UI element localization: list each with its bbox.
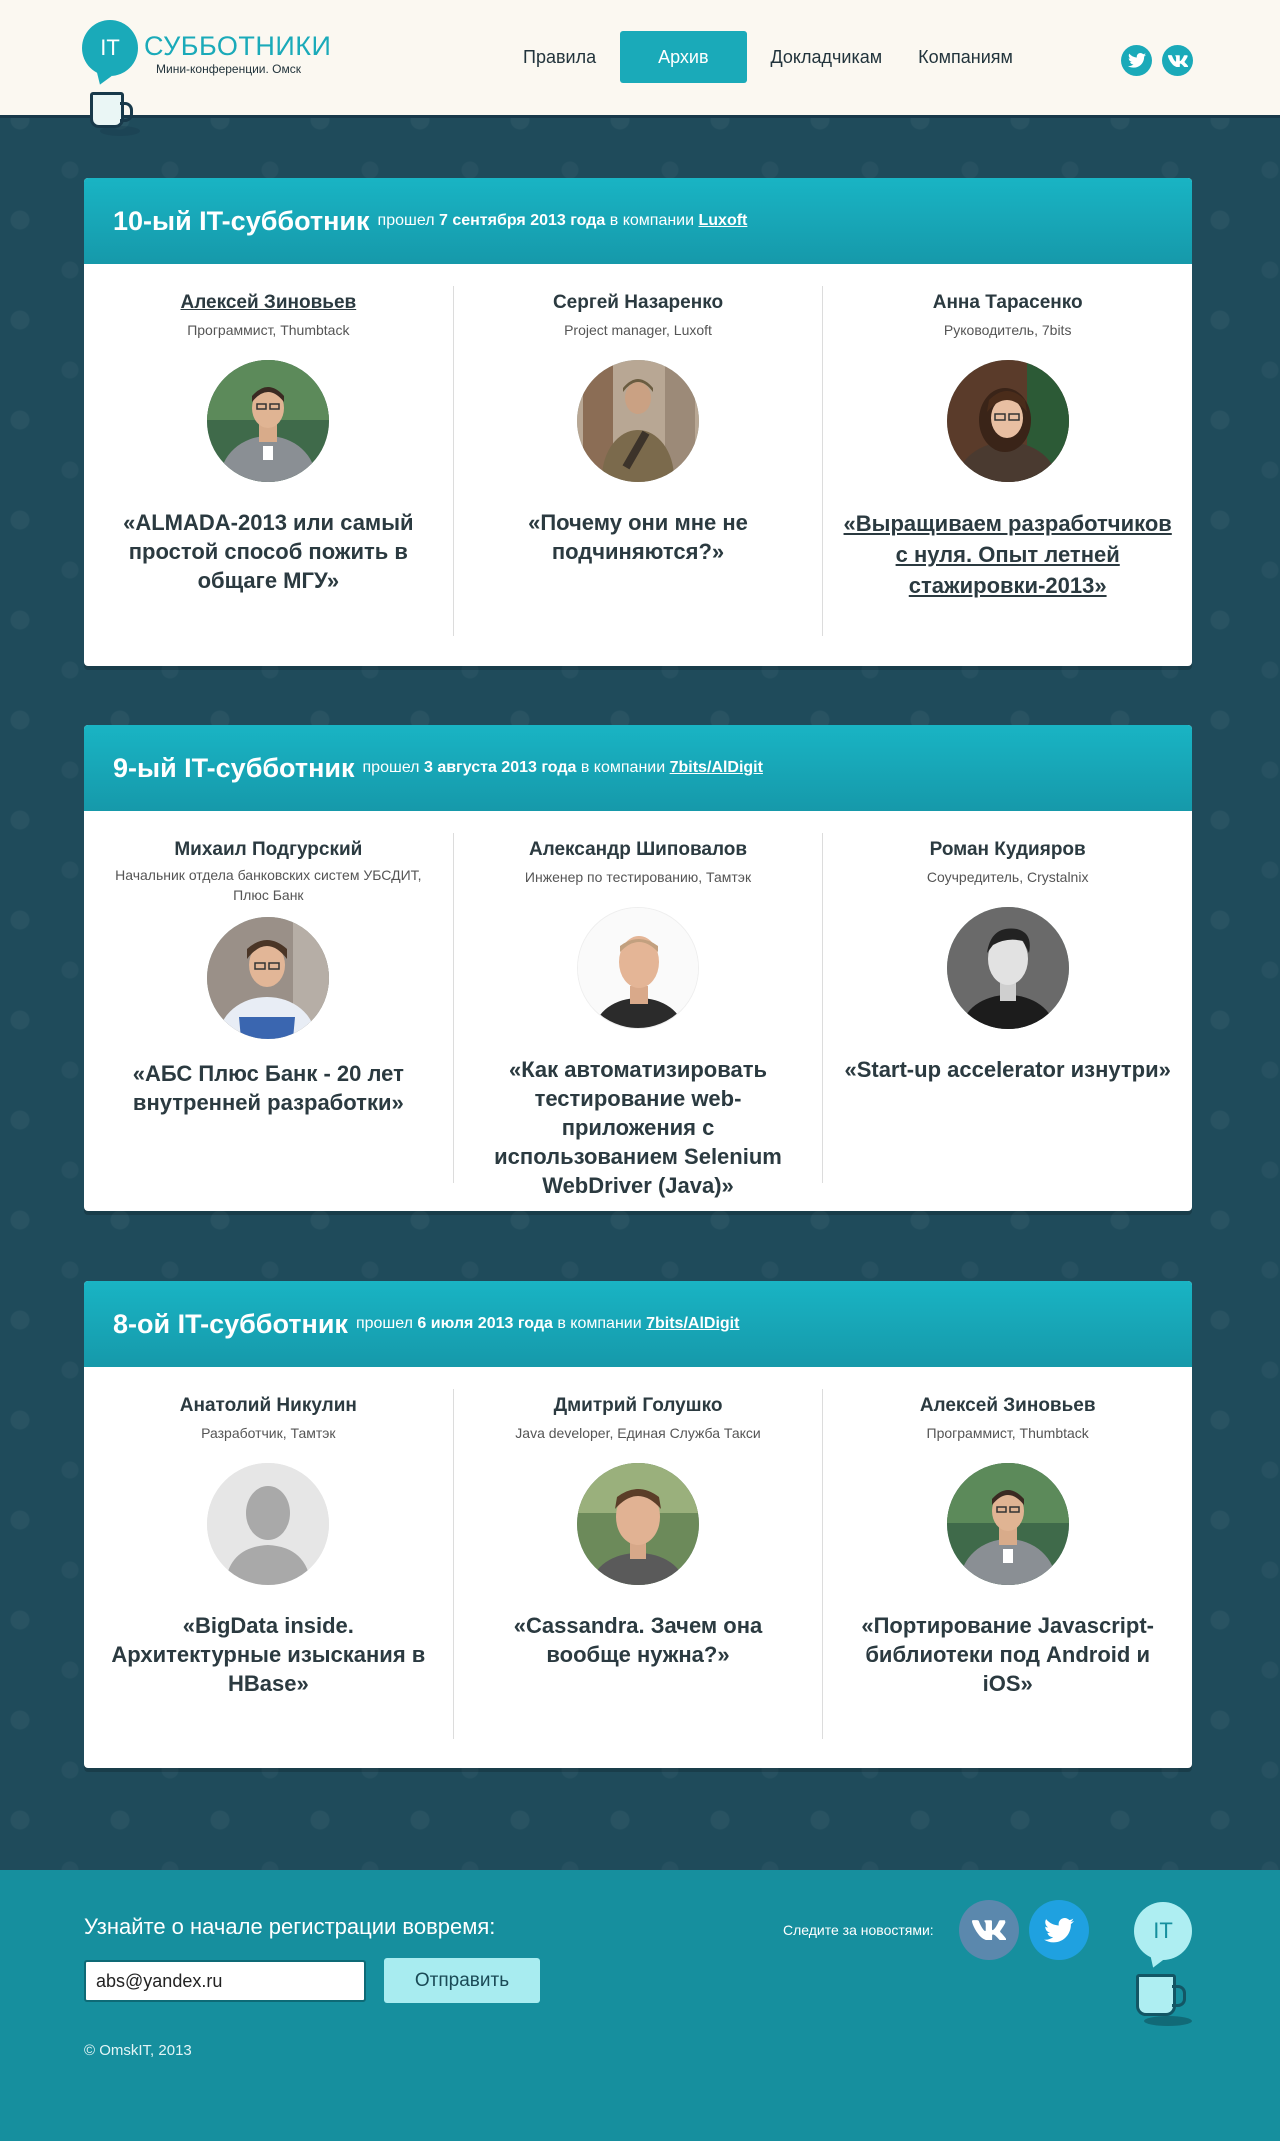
- speaker-card: Анатолий Никулин Разработчик, Тамтэк «Bi…: [84, 1389, 453, 1739]
- copyright: © OmskIT, 2013: [84, 2042, 192, 2059]
- speakers-row: Анатолий Никулин Разработчик, Тамтэк «Bi…: [84, 1367, 1192, 1763]
- speaker-name: Алексей Зиновьев: [919, 1395, 1096, 1416]
- logo-cup-icon: [90, 92, 133, 128]
- speaker-name: Дмитрий Голушко: [553, 1395, 723, 1416]
- site-header: IT СУББОТНИКИ Мини-конференции. Омск Пра…: [0, 0, 1280, 136]
- speaker-name: Александр Шиповалов: [528, 839, 748, 860]
- speaker-name[interactable]: Алексей Зиновьев: [98, 292, 439, 314]
- event-date: 6 июля 2013 года: [417, 1315, 553, 1332]
- talk-title: «АБС Плюс Банк - 20 лет внутренней разра…: [132, 1061, 404, 1115]
- footer-logo: IT: [1132, 1902, 1202, 2042]
- event-card-10: 10-ый IT-субботник прошел 7 сентября 201…: [84, 178, 1192, 666]
- follow-label: Следите за новостями:: [783, 1922, 934, 1938]
- speaker-photo: [946, 360, 1069, 482]
- event-header: 10-ый IT-субботник прошел 7 сентября 201…: [84, 178, 1192, 264]
- nav-companies[interactable]: Компаниям: [900, 31, 1031, 83]
- event-title: 10-ый IT-субботник: [113, 205, 370, 236]
- speaker-name: Михаил Подгурский: [174, 839, 363, 860]
- event-company-link[interactable]: Luxoft: [699, 212, 748, 229]
- speaker-photo: [577, 907, 699, 1029]
- vk-icon[interactable]: [1162, 45, 1193, 76]
- twitter-icon[interactable]: [1121, 45, 1152, 76]
- subscribe-label: Узнайте о начале регистрации вовремя:: [84, 1914, 496, 1939]
- speaker-card: Анна Тарасенко Руководитель, 7bits «Выра…: [822, 286, 1192, 636]
- talk-title: «ALMADA-2013 или самый простой способ по…: [123, 510, 414, 593]
- header-social: [1121, 45, 1193, 76]
- event-header: 8-ой IT-субботник прошел 6 июля 2013 год…: [84, 1281, 1192, 1367]
- main-nav: Правила Архив Докладчикам Компаниям: [505, 31, 1031, 83]
- speaker-role: Инженер по тестированию, Тамтэк: [524, 869, 752, 885]
- speaker-role: Соучредитель, Crystalnix: [926, 869, 1089, 885]
- talk-title: «Как автоматизировать тестирование web-п…: [494, 1057, 782, 1198]
- speaker-photo: [946, 907, 1069, 1029]
- nav-archive[interactable]: Архив: [620, 31, 747, 83]
- speaker-card: Александр Шиповалов Инженер по тестирова…: [452, 833, 823, 1198]
- site-logo[interactable]: IT СУББОТНИКИ Мини-конференции. Омск: [82, 20, 342, 140]
- talk-title-link[interactable]: «Выращиваем разработчиков с нуля. Опыт л…: [843, 508, 1173, 601]
- event-card-8: 8-ой IT-субботник прошел 6 июля 2013 год…: [84, 1281, 1192, 1768]
- talk-title: «Start-up accelerator изнутри»: [844, 1057, 1171, 1082]
- speaker-photo: [577, 360, 699, 482]
- talk-title: «Cassandra. Зачем она вообще нужна?»: [513, 1613, 763, 1667]
- speaker-photo: [207, 917, 330, 1039]
- speaker-card: Михаил Подгурский Начальник отдела банко…: [84, 833, 453, 1183]
- speaker-card: Алексей Зиновьев Программист, Thumbtack …: [84, 286, 453, 636]
- speaker-name: Сергей Назаренко: [552, 292, 724, 313]
- speakers-row: Алексей Зиновьев Программист, Thumbtack …: [84, 264, 1192, 660]
- event-title: 9-ый IT-субботник: [113, 752, 355, 783]
- logo-title: СУББОТНИКИ: [144, 31, 332, 61]
- logo-speech-bubble-icon: IT: [82, 20, 138, 76]
- speaker-card: Алексей Зиновьев Программист, Thumbtack …: [822, 1389, 1192, 1739]
- speaker-role: Project manager, Luxoft: [564, 322, 712, 338]
- event-title: 8-ой IT-субботник: [113, 1308, 348, 1339]
- event-header: 9-ый IT-субботник прошел 3 августа 2013 …: [84, 725, 1192, 811]
- speakers-row: Михаил Подгурский Начальник отдела банко…: [84, 811, 1192, 1207]
- nav-speakers[interactable]: Докладчикам: [753, 31, 901, 83]
- event-date: 3 августа 2013 года: [423, 759, 577, 776]
- event-company-link[interactable]: 7bits/AlDigit: [670, 759, 763, 776]
- speaker-role: Java developer, Единая Служба Такси: [515, 1425, 761, 1441]
- nav-rules[interactable]: Правила: [505, 31, 614, 83]
- speaker-role: Разработчик, Тамтэк: [201, 1425, 336, 1441]
- speaker-role: Руководитель, 7bits: [943, 322, 1072, 338]
- avatar-placeholder-icon: [207, 1463, 330, 1585]
- logo-subtitle: Мини-конференции. Омск: [156, 62, 302, 76]
- submit-button[interactable]: Отправить: [384, 1958, 540, 2003]
- event-date: 7 сентября 2013 года: [438, 212, 606, 229]
- speaker-photo: [577, 1463, 699, 1585]
- speaker-photo: [207, 360, 330, 482]
- speaker-name: Анатолий Никулин: [179, 1395, 357, 1416]
- logo-cup-icon: [1136, 1974, 1186, 2016]
- speaker-card: Роман Кудияров Соучредитель, Crystalnix …: [822, 833, 1192, 1183]
- talk-title: «BigData inside. Архитектурные изыскания…: [111, 1613, 426, 1696]
- speaker-name: Роман Кудияров: [929, 839, 1086, 860]
- twitter-icon[interactable]: [1029, 1900, 1089, 1960]
- speaker-role: Программист, Thumbtack: [926, 1425, 1089, 1441]
- speaker-photo: [946, 1463, 1069, 1585]
- vk-icon[interactable]: [959, 1900, 1019, 1960]
- logo-speech-bubble-icon: IT: [1134, 1902, 1192, 1960]
- speaker-role: Начальник отдела банковских систем УБСДИ…: [115, 867, 422, 903]
- speaker-name: Анна Тарасенко: [932, 292, 1083, 313]
- event-card-9: 9-ый IT-субботник прошел 3 августа 2013 …: [84, 725, 1192, 1211]
- speaker-card: Сергей Назаренко Project manager, Luxoft…: [452, 286, 823, 636]
- email-input[interactable]: [84, 1960, 366, 2002]
- speaker-role: Программист, Thumbtack: [187, 322, 350, 338]
- event-company-link[interactable]: 7bits/AlDigit: [646, 1315, 739, 1332]
- talk-title: «Портирование Javascript-библиотеки под …: [861, 1613, 1154, 1696]
- site-footer: Узнайте о начале регистрации вовремя: От…: [0, 1870, 1280, 2141]
- speaker-card: Дмитрий Голушко Java developer, Единая С…: [452, 1389, 823, 1739]
- talk-title: «Почему они мне не подчиняются?»: [528, 510, 748, 564]
